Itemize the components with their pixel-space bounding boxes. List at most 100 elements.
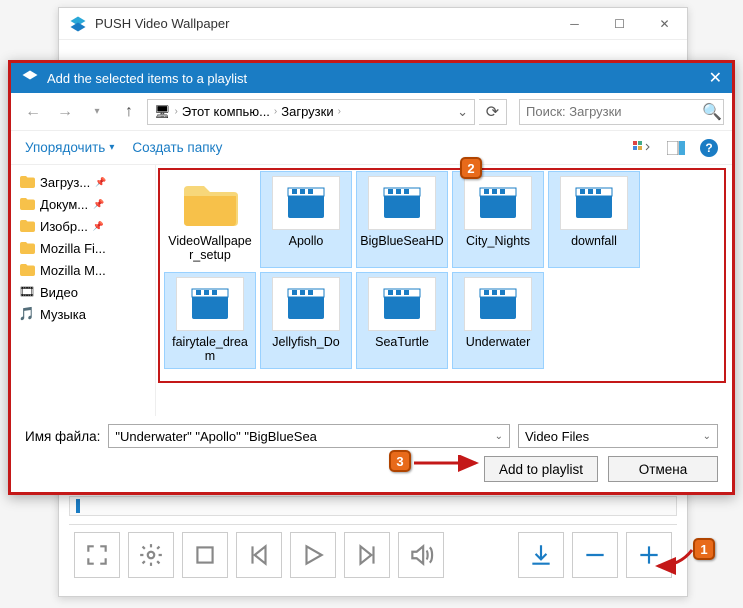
progress-thumb[interactable] xyxy=(76,499,80,513)
fullscreen-button[interactable] xyxy=(74,532,120,578)
organize-menu[interactable]: Упорядочить ▾ xyxy=(25,140,114,155)
media-controls xyxy=(69,524,677,584)
file-label: fairytale_dream xyxy=(168,335,252,364)
dialog-close-button[interactable]: ✕ xyxy=(709,68,722,88)
tree-item-label: Mozilla Fi... xyxy=(40,241,106,256)
file-item[interactable]: Underwater xyxy=(452,272,544,369)
music-icon: 🎵 xyxy=(19,306,35,322)
folder-icon xyxy=(19,174,35,190)
dialog-logo-icon xyxy=(21,69,39,87)
tree-item[interactable]: Загруз...📌 xyxy=(15,171,151,193)
progress-track[interactable] xyxy=(69,496,677,516)
nav-tree: Загруз...📌Докум...📌Изобр...📌Mozilla Fi..… xyxy=(11,165,156,416)
breadcrumb-segment[interactable]: Этот компью... xyxy=(182,104,270,119)
chevron-right-icon: › xyxy=(338,106,341,117)
file-item[interactable]: SeaTurtle xyxy=(356,272,448,369)
tree-item[interactable]: Mozilla Fi... xyxy=(15,237,151,259)
folder-icon xyxy=(19,262,35,278)
maximize-button[interactable]: ☐ xyxy=(597,8,642,40)
close-button[interactable]: ✕ xyxy=(642,8,687,40)
dialog-title: Add the selected items to a playlist xyxy=(47,71,247,86)
dialog-titlebar: Add the selected items to a playlist ✕ xyxy=(11,63,732,93)
settings-button[interactable] xyxy=(128,532,174,578)
file-item[interactable]: BigBlueSeaHD xyxy=(356,171,448,268)
video-file-icon xyxy=(272,277,340,331)
address-bar: ← → ▾ ↑ 🖥 › Этот компью... › Загрузки › … xyxy=(11,93,732,131)
play-button[interactable] xyxy=(290,532,336,578)
tree-item[interactable]: Mozilla M... xyxy=(15,259,151,281)
nav-forward-button[interactable]: → xyxy=(51,98,79,126)
folder-icon xyxy=(19,196,35,212)
new-folder-label: Создать папку xyxy=(132,140,222,155)
file-item[interactable]: VideoWallpaper_setup xyxy=(164,171,256,268)
breadcrumb[interactable]: 🖥 › Этот компью... › Загрузки › ⌄ xyxy=(147,99,475,125)
annotation-badge-2: 2 xyxy=(460,157,482,179)
filetype-filter[interactable]: Video Files ⌄ xyxy=(518,424,718,448)
app-title: PUSH Video Wallpaper xyxy=(95,16,552,31)
video-file-icon xyxy=(464,277,532,331)
dialog-footer: Имя файла: "Underwater" "Apollo" "BigBlu… xyxy=(11,416,732,492)
preview-pane-button[interactable] xyxy=(666,138,686,158)
search-box[interactable]: 🔍 xyxy=(519,99,724,125)
file-item[interactable]: fairytale_dream xyxy=(164,272,256,369)
filename-value: "Underwater" "Apollo" "BigBlueSea xyxy=(115,429,317,444)
file-item[interactable]: Jellyfish_Do xyxy=(260,272,352,369)
tree-item[interactable]: Изобр...📌 xyxy=(15,215,151,237)
chevron-down-icon: ▾ xyxy=(109,142,114,153)
tree-item-label: Изобр... xyxy=(40,219,88,234)
breadcrumb-segment[interactable]: Загрузки xyxy=(281,104,333,119)
download-button[interactable] xyxy=(518,532,564,578)
volume-button[interactable] xyxy=(398,532,444,578)
file-item[interactable]: downfall xyxy=(548,171,640,268)
file-pane[interactable]: VideoWallpaper_setup Apollo BigBlueSeaHD Ci… xyxy=(156,165,732,416)
file-label: City_Nights xyxy=(456,234,540,248)
help-button[interactable]: ? xyxy=(700,139,718,157)
folder-icon xyxy=(19,240,35,256)
next-button[interactable] xyxy=(344,532,390,578)
file-dialog: Add the selected items to a playlist ✕ ←… xyxy=(8,60,735,495)
stop-button[interactable] xyxy=(182,532,228,578)
filter-label: Video Files xyxy=(525,429,589,444)
add-to-playlist-button[interactable]: Add to playlist xyxy=(484,456,598,482)
folder-icon xyxy=(19,218,35,234)
tree-item[interactable]: 🎵Музыка xyxy=(15,303,151,325)
nav-up-button[interactable]: ↑ xyxy=(115,98,143,126)
nav-recent-button[interactable]: ▾ xyxy=(83,98,111,126)
new-folder-button[interactable]: Создать папку xyxy=(132,140,222,155)
tree-item[interactable]: 🎞Видео xyxy=(15,281,151,303)
file-label: VideoWallpaper_setup xyxy=(168,234,252,263)
chevron-down-icon: ⌄ xyxy=(703,431,711,442)
video-file-icon xyxy=(560,176,628,230)
file-label: Underwater xyxy=(456,335,540,349)
app-titlebar: PUSH Video Wallpaper ─ ☐ ✕ xyxy=(59,8,687,40)
file-item[interactable]: Apollo xyxy=(260,171,352,268)
nav-back-button[interactable]: ← xyxy=(19,98,47,126)
prev-button[interactable] xyxy=(236,532,282,578)
organize-label: Упорядочить xyxy=(25,140,105,155)
chevron-right-icon: › xyxy=(175,106,178,117)
pc-icon: 🖥 xyxy=(154,104,171,120)
breadcrumb-dropdown-icon[interactable]: ⌄ xyxy=(457,104,468,120)
video-file-icon xyxy=(176,277,244,331)
cancel-button[interactable]: Отмена xyxy=(608,456,718,482)
annotation-badge-3: 3 xyxy=(389,450,411,472)
pin-icon: 📌 xyxy=(93,199,104,210)
tree-item-label: Докум... xyxy=(40,197,88,212)
tree-item-label: Mozilla M... xyxy=(40,263,106,278)
file-label: SeaTurtle xyxy=(360,335,444,349)
video-file-icon xyxy=(368,277,436,331)
file-label: Apollo xyxy=(264,234,348,248)
filename-label: Имя файла: xyxy=(25,429,100,444)
refresh-button[interactable]: ⟳ xyxy=(479,99,507,125)
chevron-right-icon: › xyxy=(274,106,277,117)
view-mode-button[interactable] xyxy=(632,138,652,158)
remove-button[interactable] xyxy=(572,532,618,578)
minimize-button[interactable]: ─ xyxy=(552,8,597,40)
search-icon: 🔍 xyxy=(702,102,722,122)
file-label: Jellyfish_Do xyxy=(264,335,348,349)
filename-combo[interactable]: "Underwater" "Apollo" "BigBlueSea ⌄ xyxy=(108,424,510,448)
file-item[interactable]: City_Nights xyxy=(452,171,544,268)
search-input[interactable] xyxy=(526,104,702,119)
tree-item[interactable]: Докум... 📌 xyxy=(15,193,151,215)
pin-icon: 📌 xyxy=(95,177,106,188)
